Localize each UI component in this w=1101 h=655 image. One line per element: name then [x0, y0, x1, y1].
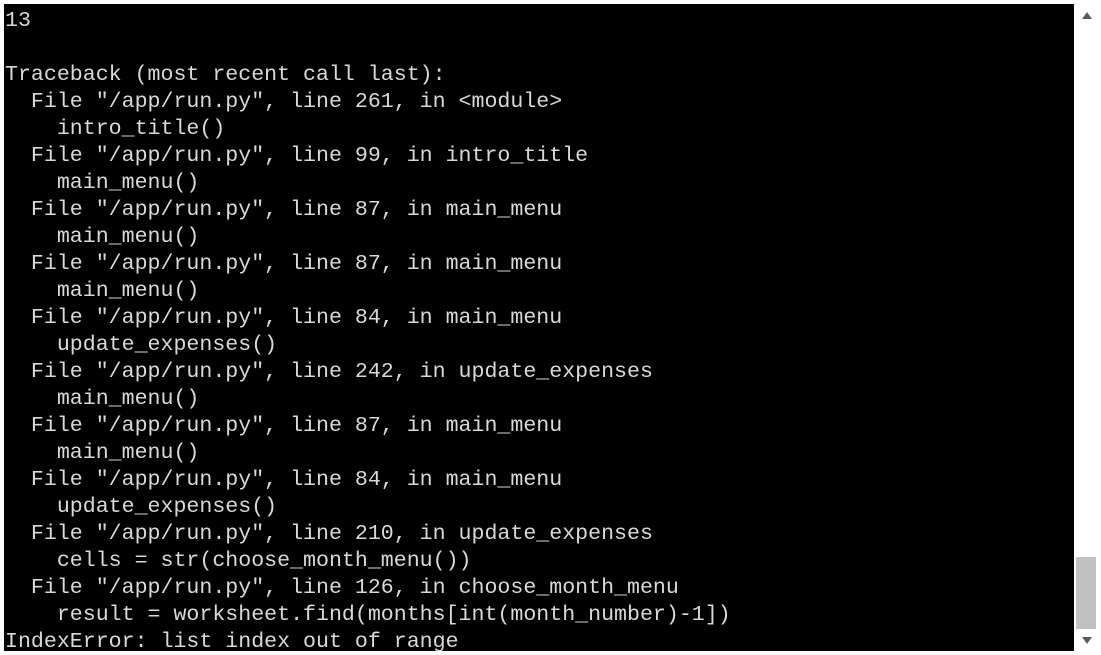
- terminal-line: main_menu(): [5, 225, 200, 249]
- terminal-line: File "/app/run.py", line 210, in update_…: [5, 522, 653, 546]
- arrow-up-icon: [1082, 11, 1092, 19]
- terminal-line: File "/app/run.py", line 261, in <module…: [5, 90, 563, 114]
- terminal-line: IndexError: list index out of range: [5, 630, 459, 651]
- terminal-lines: 13 Traceback (most recent call last): Fil…: [5, 8, 731, 651]
- terminal-line: main_menu(): [5, 441, 200, 465]
- scroll-track[interactable]: [1075, 26, 1099, 629]
- scroll-down-button[interactable]: [1075, 629, 1099, 651]
- scroll-thumb[interactable]: [1076, 557, 1096, 629]
- terminal-line: Traceback (most recent call last):: [5, 63, 446, 87]
- vertical-scrollbar[interactable]: [1075, 4, 1099, 651]
- terminal-line: File "/app/run.py", line 87, in main_men…: [5, 414, 563, 438]
- terminal-line: File "/app/run.py", line 87, in main_men…: [5, 252, 563, 276]
- terminal-line: main_menu(): [5, 387, 200, 411]
- terminal-output[interactable]: 13 Traceback (most recent call last): Fil…: [4, 4, 1074, 651]
- scroll-up-button[interactable]: [1075, 4, 1099, 26]
- terminal-line: cells = str(choose_month_menu()): [5, 549, 472, 573]
- terminal-line: File "/app/run.py", line 84, in main_men…: [5, 468, 563, 492]
- arrow-down-icon: [1082, 636, 1092, 644]
- terminal-line: main_menu(): [5, 279, 200, 303]
- terminal-line: File "/app/run.py", line 99, in intro_ti…: [5, 144, 589, 168]
- terminal-line: main_menu(): [5, 171, 200, 195]
- terminal-line: File "/app/run.py", line 126, in choose_…: [5, 576, 679, 600]
- terminal-line: update_expenses(): [5, 333, 278, 357]
- terminal-line: update_expenses(): [5, 495, 278, 519]
- terminal-line: File "/app/run.py", line 242, in update_…: [5, 360, 653, 384]
- terminal-line: intro_title(): [5, 117, 226, 141]
- terminal-line: File "/app/run.py", line 87, in main_men…: [5, 198, 563, 222]
- terminal-line: 13: [5, 9, 31, 33]
- terminal-line: File "/app/run.py", line 84, in main_men…: [5, 306, 563, 330]
- terminal-line: result = worksheet.find(months[int(month…: [5, 603, 731, 627]
- app-window: 13 Traceback (most recent call last): Fil…: [0, 0, 1101, 655]
